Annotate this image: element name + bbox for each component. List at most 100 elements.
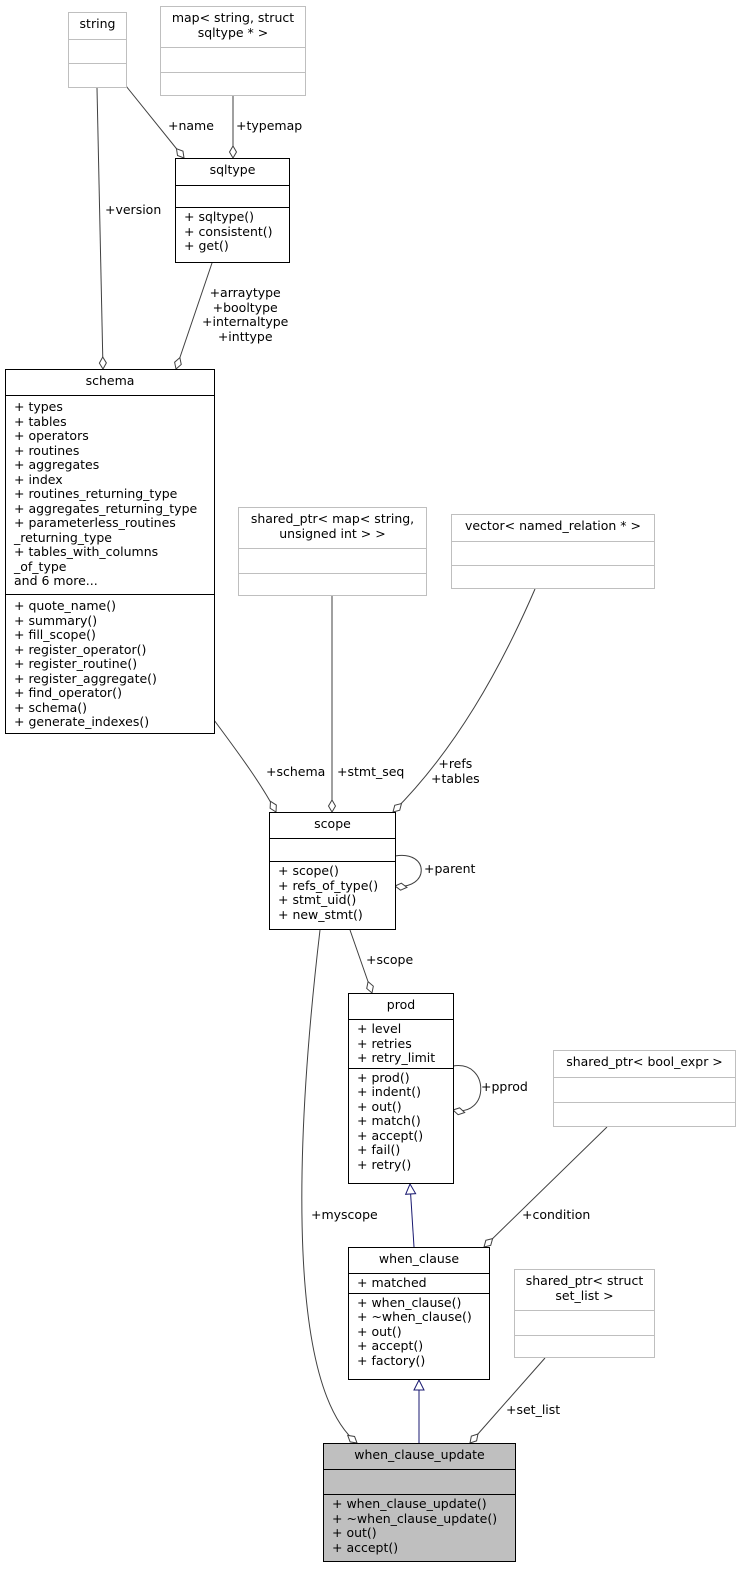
methods-section: + quote_name() + summary() + fill_scope(… bbox=[6, 594, 214, 732]
methods-section bbox=[452, 565, 654, 588]
methods-section bbox=[515, 1335, 654, 1357]
attributes-section: + level + retries + retry_limit bbox=[349, 1019, 453, 1068]
class-string[interactable]: string bbox=[68, 12, 127, 88]
title-line: shared_ptr< map< string, bbox=[250, 511, 415, 526]
attribute: _returning_type bbox=[14, 529, 112, 545]
class-schema[interactable]: schema + types + tables + operators + ro… bbox=[5, 369, 215, 734]
class-shared-ptr-set-list[interactable]: shared_ptr< struct set_list > bbox=[514, 1269, 655, 1358]
class-title: when_clause bbox=[349, 1248, 489, 1273]
attributes-section bbox=[239, 548, 426, 573]
class-title: sqltype bbox=[176, 159, 289, 185]
class-map-sqltype[interactable]: map< string, struct sqltype * > bbox=[160, 6, 306, 96]
attribute: + types bbox=[14, 399, 63, 414]
method: + indent() bbox=[357, 1084, 422, 1099]
attribute: + routines_returning_type bbox=[14, 486, 178, 501]
title-line: prod bbox=[386, 997, 416, 1012]
class-title: schema bbox=[6, 370, 214, 395]
methods-section: + when_clause() + ~when_clause() + out()… bbox=[349, 1292, 489, 1371]
methods-section: + scope() + refs_of_type() + stmt_uid() … bbox=[270, 861, 395, 924]
method: + ~when_clause() bbox=[357, 1309, 472, 1324]
method: + accept() bbox=[332, 1539, 399, 1555]
class-sqltype[interactable]: sqltype + sqltype() + consistent() + get… bbox=[175, 158, 290, 263]
title-line: scope bbox=[314, 816, 351, 831]
attribute: _of_type bbox=[14, 558, 67, 574]
title-line: shared_ptr< bool_expr > bbox=[566, 1054, 723, 1069]
attribute: + matched bbox=[357, 1275, 427, 1290]
attribute: + tables bbox=[14, 413, 67, 429]
class-vector-named-relation[interactable]: vector< named_relation * > bbox=[451, 514, 655, 589]
methods-section bbox=[554, 1102, 735, 1126]
role-arraytype: +arraytype bbox=[209, 285, 281, 300]
class-shared-ptr-bool-expr[interactable]: shared_ptr< bool_expr > bbox=[553, 1050, 736, 1127]
role-inttype: +inttype bbox=[217, 328, 273, 344]
methods-section bbox=[161, 72, 305, 95]
attributes-section bbox=[452, 541, 654, 565]
class-title: prod bbox=[349, 994, 453, 1019]
edge-label-myscope: +myscope bbox=[311, 1207, 378, 1222]
class-prod[interactable]: prod + level + retries + retry_limit + p… bbox=[348, 993, 454, 1184]
attributes-section bbox=[176, 185, 289, 207]
method: + scope() bbox=[278, 863, 339, 878]
attributes-section: + types + tables + operators + routines … bbox=[6, 395, 214, 594]
method: + register_operator() bbox=[14, 641, 147, 657]
method: + ~when_clause_update() bbox=[332, 1510, 498, 1526]
method: + find_operator() bbox=[14, 685, 122, 700]
edge-label-refs-tables: +refs +tables bbox=[431, 756, 480, 786]
edge-scope-parent bbox=[394, 854, 422, 891]
title-line: sqltype bbox=[209, 162, 256, 177]
class-shared-ptr-map[interactable]: shared_ptr< map< string, unsigned int > … bbox=[238, 507, 427, 596]
attributes-section bbox=[69, 39, 126, 63]
method: + when_clause() bbox=[357, 1294, 462, 1310]
methods-section: + sqltype() + consistent() + get() bbox=[176, 207, 289, 256]
title-line: when_clause_update bbox=[354, 1447, 485, 1462]
method: + register_routine() bbox=[14, 656, 138, 671]
class-title: when_clause_update bbox=[324, 1444, 515, 1469]
method: + fill_scope() bbox=[14, 627, 96, 642]
method: + schema() bbox=[14, 699, 88, 715]
attribute: + retries bbox=[357, 1035, 412, 1051]
title-line: set_list > bbox=[555, 1287, 614, 1303]
class-title: shared_ptr< struct set_list > bbox=[515, 1270, 654, 1310]
edge-label-name: +name bbox=[168, 118, 214, 133]
edge-boolexpr-whenclause bbox=[483, 1126, 608, 1248]
method: + factory() bbox=[357, 1352, 426, 1368]
class-title: string bbox=[69, 13, 126, 39]
edge-label-typemap: +typemap bbox=[236, 118, 303, 133]
method: + when_clause_update() bbox=[332, 1496, 487, 1511]
methods-section bbox=[69, 63, 126, 87]
edge-label-scope: +scope bbox=[366, 952, 414, 967]
class-title: shared_ptr< map< string, unsigned int > … bbox=[239, 508, 426, 548]
method: + consistent() bbox=[184, 223, 273, 239]
methods-section bbox=[239, 573, 426, 595]
method: + prod() bbox=[357, 1069, 410, 1085]
method: + out() bbox=[357, 1098, 402, 1114]
attribute: + operators bbox=[14, 428, 89, 443]
edge-whenclause-prod-inherit bbox=[410, 1184, 414, 1248]
edge-prod-pprod bbox=[452, 1065, 482, 1116]
edge-label-pprod: +pprod bbox=[481, 1079, 528, 1094]
method: + out() bbox=[357, 1323, 402, 1339]
edge-label-parent: +parent bbox=[424, 861, 476, 876]
method: + accept() bbox=[357, 1338, 424, 1353]
method: + register_aggregate() bbox=[14, 670, 157, 686]
edge-string-schema bbox=[96, 87, 107, 370]
title-line: sqltype * > bbox=[197, 24, 269, 40]
role-booltype: +booltype bbox=[212, 299, 278, 315]
class-when-clause-update[interactable]: when_clause_update + when_clause_update(… bbox=[323, 1443, 516, 1562]
class-title: shared_ptr< bool_expr > bbox=[554, 1051, 735, 1077]
title-line: shared_ptr< struct bbox=[525, 1273, 644, 1288]
class-when-clause[interactable]: when_clause + matched + when_clause() + … bbox=[348, 1247, 490, 1380]
edge-label-version: +version bbox=[105, 202, 162, 217]
attributes-section bbox=[324, 1469, 515, 1494]
class-scope[interactable]: scope + scope() + refs_of_type() + stmt_… bbox=[269, 812, 396, 930]
class-title: vector< named_relation * > bbox=[452, 515, 654, 541]
role-internaltype: +internaltype bbox=[202, 314, 289, 329]
method: + out() bbox=[332, 1525, 377, 1540]
attribute: + tables_with_columns bbox=[14, 544, 159, 559]
attribute: + aggregates bbox=[14, 457, 100, 472]
attributes-section bbox=[270, 838, 395, 861]
method: + accept() bbox=[357, 1127, 424, 1143]
method: + summary() bbox=[14, 612, 98, 628]
attribute: + routines bbox=[14, 442, 80, 458]
method: + refs_of_type() bbox=[278, 877, 379, 893]
